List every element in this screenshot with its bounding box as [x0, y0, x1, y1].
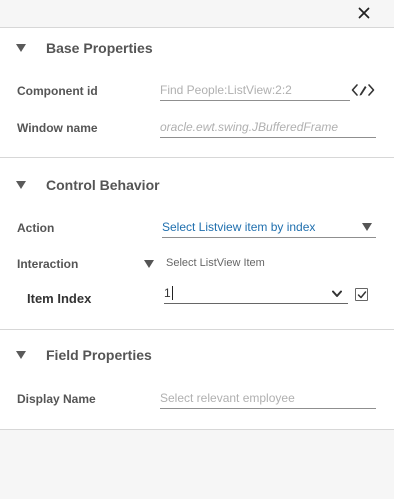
section-title: Control Behavior: [46, 177, 160, 193]
divider: [0, 429, 394, 430]
window-name-field[interactable]: oracle.ewt.swing.JBufferedFrame: [160, 116, 376, 138]
interaction-value: Select ListView Item: [166, 257, 265, 269]
item-index-input[interactable]: 1: [164, 282, 348, 304]
display-name-input[interactable]: Select relevant employee: [160, 387, 376, 409]
checkbox-checked-icon[interactable]: [355, 288, 368, 301]
triangle-down-icon: [362, 223, 372, 231]
action-label: Action: [17, 221, 55, 235]
component-id-label: Component id: [17, 84, 98, 98]
component-id-value: Find People:ListView:2:2: [160, 82, 292, 97]
code-edit-icon[interactable]: [351, 83, 375, 97]
triangle-down-icon: [16, 44, 26, 52]
component-id-field[interactable]: Find People:ListView:2:2: [160, 79, 350, 101]
triangle-down-icon: [16, 351, 26, 359]
control-behavior-section: Control Behavior Action Select Listview …: [0, 158, 394, 329]
properties-panel: Base Properties Component id Find People…: [0, 0, 394, 499]
field-properties-header[interactable]: Field Properties: [16, 345, 152, 365]
text-cursor: [171, 285, 173, 300]
item-index-value: 1: [164, 285, 171, 300]
window-name-label: Window name: [17, 121, 98, 135]
interaction-label: Interaction: [17, 257, 79, 271]
chevron-down-icon[interactable]: [332, 287, 342, 301]
field-properties-section: Field Properties Display Name Select rel…: [0, 330, 394, 429]
display-name-placeholder: Select relevant employee: [160, 390, 295, 405]
display-name-label: Display Name: [17, 392, 96, 406]
section-title: Base Properties: [46, 40, 153, 56]
control-behavior-header[interactable]: Control Behavior: [16, 175, 160, 195]
window-name-value: oracle.ewt.swing.JBufferedFrame: [160, 119, 339, 134]
action-dropdown[interactable]: Select Listview item by index: [162, 216, 376, 238]
section-title: Field Properties: [46, 347, 152, 363]
base-properties-section: Base Properties Component id Find People…: [0, 28, 394, 157]
action-value: Select Listview item by index: [162, 219, 316, 234]
item-index-label: Item Index: [27, 291, 92, 306]
triangle-down-icon: [16, 181, 26, 189]
base-properties-header[interactable]: Base Properties: [16, 38, 153, 58]
triangle-down-icon[interactable]: [144, 260, 154, 268]
close-icon[interactable]: [356, 5, 372, 21]
